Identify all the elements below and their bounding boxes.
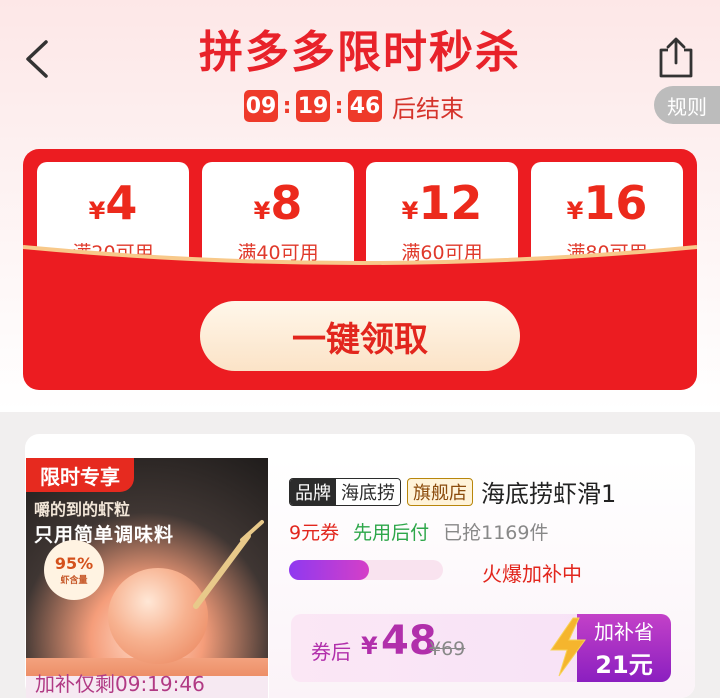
rules-button[interactable]: 规则 <box>654 86 720 124</box>
savings-amount: 21元 <box>595 651 653 679</box>
pay-later-tag: 先用后付 <box>353 522 430 544</box>
lightning-bolt-icon <box>550 617 586 677</box>
original-price: ¥69 <box>429 638 466 660</box>
coupon-envelope-flap <box>23 245 697 291</box>
coupon-amount: ¥16 <box>566 176 648 230</box>
coupon-panel: ¥4 满20可用 ¥8 满40可用 ¥12 满60可用 ¥16 满80可用 一键… <box>23 149 697 390</box>
savings-label: 加补省 <box>594 620 654 644</box>
product-meta-row: 9元券 先用后付 已抢1169件 <box>289 518 548 545</box>
product-details: 品牌 海底捞 旗舰店 海底捞虾滑1 9元券 先用后付 已抢1169件 火爆加补中… <box>269 458 695 698</box>
coupon-amount: ¥12 <box>401 176 483 230</box>
flagship-store-tag: 旗舰店 <box>407 477 473 506</box>
brand-tag: 品牌 海底捞 <box>289 477 401 506</box>
countdown-minutes: 19 <box>296 90 330 122</box>
countdown-hours: 09 <box>244 90 278 122</box>
product-title-row: 品牌 海底捞 旗舰店 海底捞虾滑1 <box>289 474 616 509</box>
fork-icon <box>193 520 264 609</box>
page-title: 拼多多限时秒杀 <box>199 27 521 78</box>
share-icon[interactable] <box>656 36 696 80</box>
countdown-suffix: 后结束 <box>392 94 464 123</box>
price-currency: ¥ <box>361 632 378 660</box>
price-prefix: 券后 <box>311 640 351 664</box>
product-card[interactable]: 嚼的到的虾粒 只用简单调味料 95% 虾含量 限时专享 加补仅剩09:19:46… <box>25 434 695 698</box>
product-image[interactable]: 嚼的到的虾粒 只用简单调味料 95% 虾含量 限时专享 <box>26 458 268 698</box>
subsidy-countdown: 加补仅剩09:19:46 <box>35 672 205 696</box>
countdown-timer: 09 : 19 : 46 后结束 <box>244 88 464 124</box>
limited-offer-badge: 限时专享 <box>26 458 134 492</box>
image-caption: 嚼的到的虾粒 <box>34 500 131 519</box>
countdown-seconds: 46 <box>348 90 382 122</box>
coupon-amount: ¥8 <box>253 176 303 230</box>
countdown-separator: : <box>282 93 292 119</box>
progress-fill <box>289 560 370 580</box>
shrimp-content-seal: 95% 虾含量 <box>44 540 104 600</box>
countdown-separator: : <box>334 93 344 119</box>
sales-progress-bar <box>289 560 443 580</box>
hot-subsidy-label: 火爆加补中 <box>482 562 582 586</box>
claim-all-button[interactable]: 一键领取 <box>200 301 520 371</box>
coupon-tag: 9元券 <box>289 522 340 544</box>
price-box[interactable]: 券后 ¥ 48 ¥69 加补省 21元 <box>291 614 671 682</box>
product-name[interactable]: 海底捞虾滑1 <box>481 474 616 509</box>
sold-count: 已抢1169件 <box>443 522 549 544</box>
coupon-amount: ¥4 <box>88 176 138 230</box>
